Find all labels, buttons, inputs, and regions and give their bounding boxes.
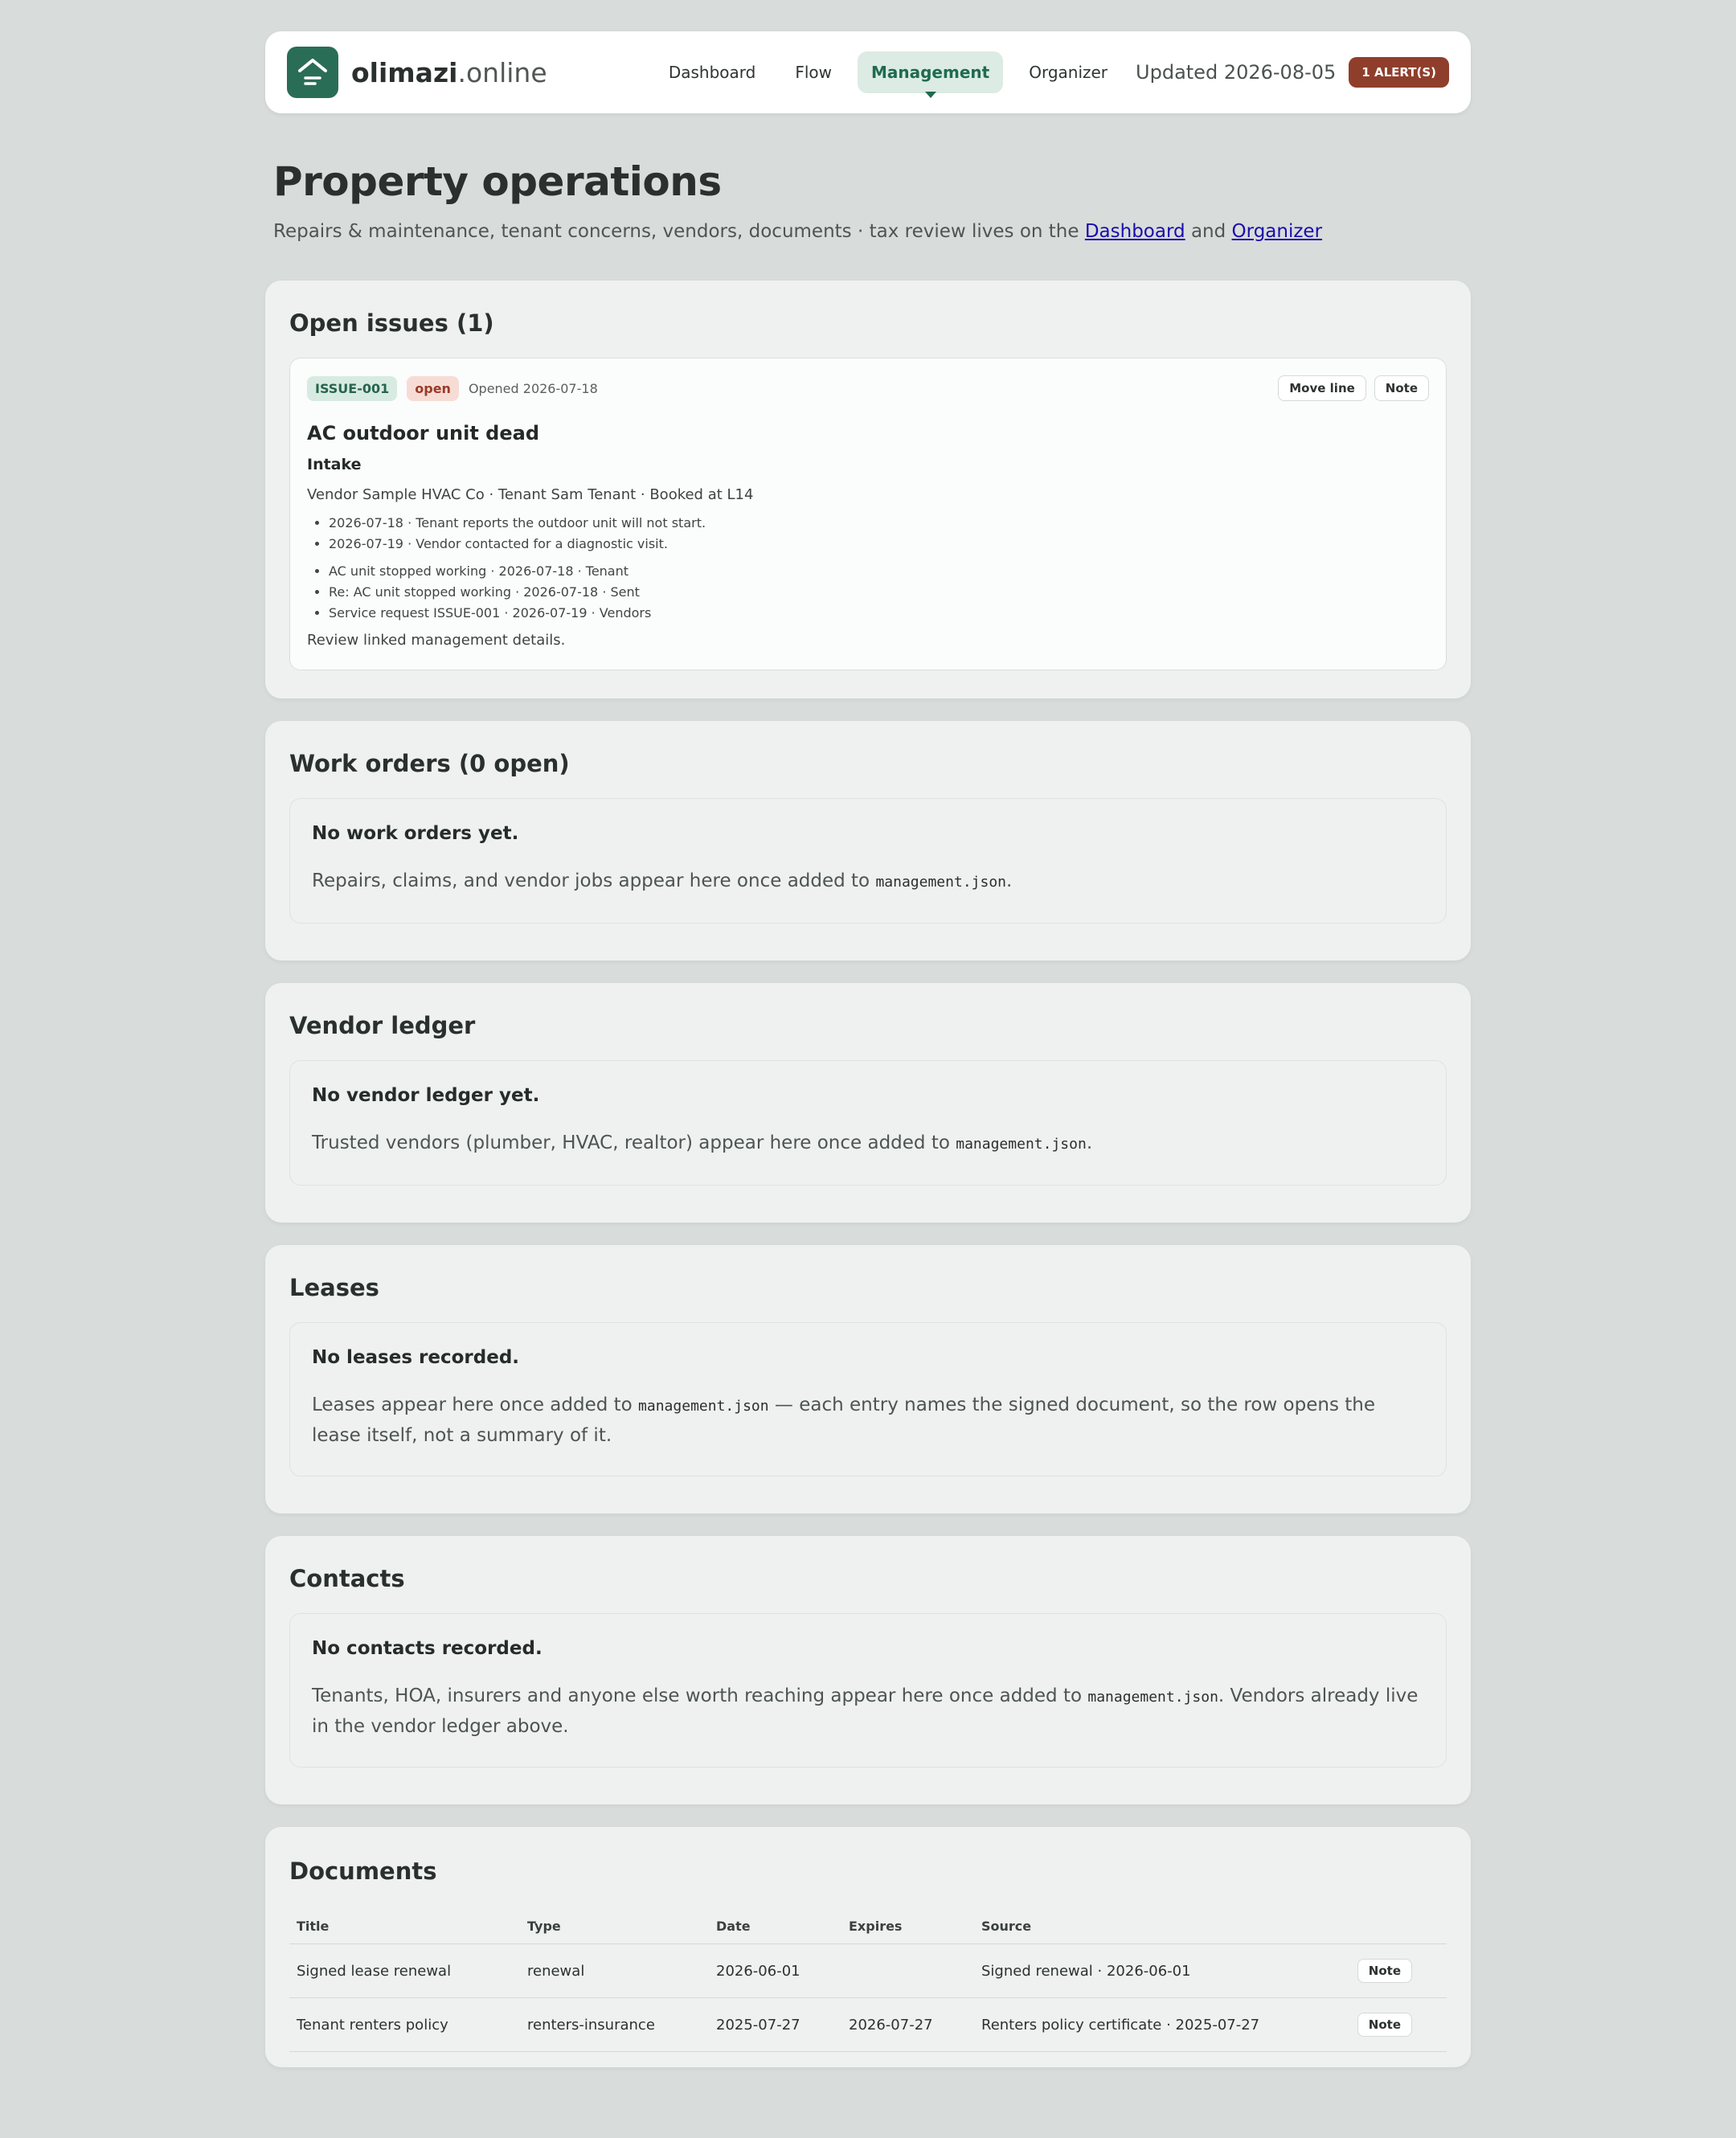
note-button[interactable]: Note	[1374, 375, 1429, 401]
table-row[interactable]: Signed lease renewal renewal 2026-06-01 …	[289, 1943, 1447, 1998]
open-issues-heading: Open issues (1)	[289, 309, 494, 337]
house-icon	[298, 59, 327, 85]
dashboard-link[interactable]: Dashboard	[1085, 221, 1185, 242]
empty-text: Repairs, claims, and vendor jobs appear …	[312, 870, 1013, 891]
issue-meta: Vendor Sample HVAC Co · Tenant Sam Tenan…	[307, 486, 754, 503]
work-orders-heading: Work orders (0 open)	[289, 750, 570, 777]
open-issues-card: Open issues (1) ISSUE-001 open Opened 20…	[265, 281, 1471, 698]
vendor-ledger-card: Vendor ledger No vendor ledger yet. Trus…	[265, 983, 1471, 1223]
nav-organizer[interactable]: Organizer	[1015, 51, 1121, 93]
doc-type: renters-insurance	[520, 1997, 709, 2052]
documents-table: Title Type Date Expires Source Signed le…	[289, 1909, 1447, 2052]
updated-timestamp: Updated 2026-08-05	[1136, 61, 1337, 84]
empty-text: Leases appear here once added to managem…	[312, 1395, 1375, 1446]
nav-management[interactable]: Management	[857, 51, 1004, 98]
issue-timeline: 2026-07-18 · Tenant reports the outdoor …	[307, 513, 1429, 555]
empty-title: No contacts recorded.	[312, 1638, 542, 1659]
page-subtitle: Repairs & maintenance, tenant concerns, …	[273, 221, 1323, 242]
contacts-heading: Contacts	[289, 1565, 405, 1592]
doc-title[interactable]: Signed lease renewal	[289, 1943, 520, 1998]
col-title: Title	[289, 1909, 520, 1944]
move-line-button[interactable]: Move line	[1278, 375, 1366, 401]
doc-type: renewal	[520, 1943, 709, 1998]
col-expires: Expires	[841, 1909, 974, 1944]
doc-expires: 2026-07-27	[841, 1997, 974, 2052]
timeline-item: 2026-07-18 · Tenant reports the outdoor …	[329, 513, 1429, 534]
documents-card: Documents Title Type Date Expires Source…	[265, 1827, 1471, 2067]
col-action	[1329, 1909, 1447, 1944]
page-title: Property operations	[273, 158, 722, 205]
doc-action-cell: Note	[1329, 1997, 1447, 2052]
empty-title: No vendor ledger yet.	[312, 1085, 540, 1106]
col-type: Type	[520, 1909, 709, 1944]
issue-id-badge: ISSUE-001	[307, 375, 398, 401]
doc-source[interactable]: Signed renewal · 2026-06-01	[974, 1943, 1330, 1998]
empty-text: Tenants, HOA, insurers and anyone else w…	[312, 1685, 1419, 1737]
documents-heading: Documents	[289, 1857, 437, 1885]
work-orders-card: Work orders (0 open) No work orders yet.…	[265, 721, 1471, 960]
doc-source[interactable]: Renters policy certificate · 2025-07-27	[974, 1997, 1330, 2052]
nav-dashboard[interactable]: Dashboard	[655, 51, 770, 93]
issue-title: AC outdoor unit dead	[307, 422, 539, 444]
empty-title: No leases recorded.	[312, 1347, 520, 1368]
empty-title: No work orders yet.	[312, 823, 519, 844]
alerts-badge[interactable]: 1 ALERT(S)	[1349, 57, 1449, 88]
contacts-empty: No contacts recorded. Tenants, HOA, insu…	[289, 1613, 1447, 1767]
issue-linked-items: AC unit stopped working · 2026-07-18 · T…	[307, 561, 1429, 624]
brand-name[interactable]: olimazi.online	[351, 57, 547, 88]
home-logo-icon[interactable]	[287, 47, 338, 98]
linked-item[interactable]: AC unit stopped working · 2026-07-18 · T…	[329, 561, 1429, 582]
issue-footer: Review linked management details.	[307, 632, 566, 649]
vendor-ledger-heading: Vendor ledger	[289, 1012, 476, 1039]
page-wrapper: olimazi.online Dashboard Flow Management…	[265, 0, 1471, 2067]
leases-card: Leases No leases recorded. Leases appear…	[265, 1245, 1471, 1513]
organizer-link[interactable]: Organizer	[1232, 221, 1323, 242]
note-button[interactable]: Note	[1357, 2013, 1412, 2037]
linked-item[interactable]: Re: AC unit stopped working · 2026-07-18…	[329, 582, 1429, 603]
empty-text: Trusted vendors (plumber, HVAC, realtor)…	[312, 1132, 1093, 1153]
leases-empty: No leases recorded. Leases appear here o…	[289, 1322, 1447, 1477]
linked-item[interactable]: Service request ISSUE-001 · 2026-07-19 ·…	[329, 603, 1429, 624]
doc-date: 2025-07-27	[709, 1997, 841, 2052]
doc-title[interactable]: Tenant renters policy	[289, 1997, 520, 2052]
vendor-ledger-empty: No vendor ledger yet. Trusted vendors (p…	[289, 1060, 1447, 1186]
nav-flow[interactable]: Flow	[781, 51, 845, 93]
issue-status-badge: open	[407, 375, 459, 401]
issue-stage: Intake	[307, 456, 362, 473]
doc-expires	[841, 1943, 974, 1998]
timeline-item: 2026-07-19 · Vendor contacted for a diag…	[329, 534, 1429, 555]
col-source: Source	[974, 1909, 1330, 1944]
work-orders-empty: No work orders yet. Repairs, claims, and…	[289, 798, 1447, 924]
main-nav: Dashboard Flow Management Organizer Upda…	[643, 51, 1449, 98]
table-row[interactable]: Tenant renters policy renters-insurance …	[289, 1997, 1447, 2052]
contacts-card: Contacts No contacts recorded. Tenants, …	[265, 1536, 1471, 1804]
col-date: Date	[709, 1909, 841, 1944]
note-button[interactable]: Note	[1357, 1959, 1412, 1983]
issue-opened-date: Opened 2026-07-18	[468, 380, 598, 396]
table-header-row: Title Type Date Expires Source	[289, 1909, 1447, 1944]
issue-card: ISSUE-001 open Opened 2026-07-18 Move li…	[289, 358, 1447, 670]
leases-heading: Leases	[289, 1274, 379, 1301]
top-header: olimazi.online Dashboard Flow Management…	[265, 31, 1471, 113]
doc-date: 2026-06-01	[709, 1943, 841, 1998]
doc-action-cell: Note	[1329, 1943, 1447, 1998]
